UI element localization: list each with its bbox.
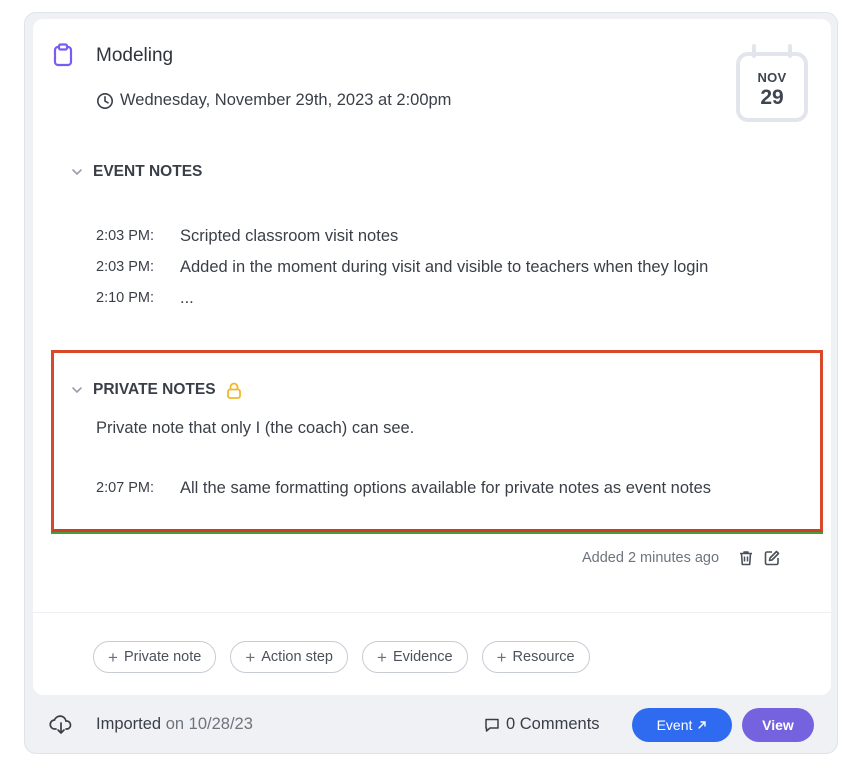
- add-chips: + Private note + Action step + Evidence …: [93, 641, 590, 673]
- card-footer: Imported on 10/28/23 0 Comments Event Vi…: [25, 695, 837, 753]
- note-timestamp: 2:03 PM:: [96, 228, 155, 244]
- event-card: Modeling Wednesday, November 29th, 2023 …: [24, 12, 838, 754]
- calendar-month: NOV: [757, 70, 787, 85]
- note-text: Scripted classroom visit notes: [180, 227, 399, 245]
- chip-label: Evidence: [392, 649, 453, 665]
- plus-icon: +: [108, 647, 118, 667]
- comments-link[interactable]: 0 Comments: [484, 715, 600, 734]
- calendar-ring: [788, 44, 792, 58]
- added-meta: Added 2 minutes ago: [582, 549, 781, 567]
- view-button-label: View: [762, 717, 794, 733]
- note-timestamp: 2:10 PM:: [96, 290, 155, 306]
- clock-icon: [97, 92, 113, 109]
- imported-label: Imported: [96, 715, 162, 733]
- private-notes-highlight: [51, 350, 823, 534]
- imported-info: Imported on 10/28/23: [96, 715, 253, 734]
- note-text: Added in the moment during visit and vis…: [180, 258, 709, 276]
- edit-icon[interactable]: [763, 549, 781, 567]
- view-button[interactable]: View: [742, 708, 814, 742]
- note-line: 2:03 PM: Added in the moment during visi…: [96, 256, 708, 278]
- event-button-label: Event: [656, 717, 693, 733]
- external-link-icon: [698, 721, 707, 729]
- added-timestamp: Added 2 minutes ago: [582, 550, 720, 566]
- event-button[interactable]: Event: [632, 708, 732, 742]
- comment-icon: [485, 718, 499, 732]
- trash-icon[interactable]: [737, 549, 755, 567]
- plus-icon: +: [245, 647, 256, 667]
- cloud-download-icon: [49, 715, 72, 734]
- note-timestamp: 2:07 PM:: [96, 480, 155, 496]
- add-action-step-chip[interactable]: + Action step: [230, 641, 349, 673]
- lock-icon: [226, 382, 241, 399]
- chip-label: Resource: [512, 649, 575, 665]
- plus-icon: +: [377, 647, 387, 667]
- plus-icon: +: [496, 647, 507, 667]
- chevron-down-icon: [72, 169, 82, 176]
- comments-count: 0 Comments: [506, 715, 600, 733]
- note-line: 2:07 PM: All the same formatting options…: [96, 477, 711, 499]
- divider: [33, 612, 831, 613]
- event-notes-toggle[interactable]: EVENT NOTES: [71, 163, 202, 181]
- event-card-body: Modeling Wednesday, November 29th, 2023 …: [33, 19, 831, 695]
- add-resource-chip[interactable]: + Resource: [481, 641, 590, 673]
- imported-date: on 10/28/23: [165, 715, 253, 733]
- chevron-down-icon: [72, 387, 82, 394]
- clipboard-icon: [53, 43, 73, 67]
- chip-label: Private note: [123, 649, 202, 665]
- calendar-day: 29: [760, 86, 784, 109]
- calendar-ring: [752, 44, 756, 58]
- private-note-body: Private note that only I (the coach) can…: [96, 419, 415, 437]
- add-evidence-chip[interactable]: + Evidence: [362, 641, 468, 673]
- private-notes-toggle[interactable]: PRIVATE NOTES: [71, 381, 242, 399]
- note-text: ...: [180, 289, 194, 307]
- note-line: 2:10 PM: ...: [96, 287, 194, 309]
- note-text: All the same formatting options availabl…: [180, 479, 712, 497]
- note-line: 2:03 PM: Scripted classroom visit notes: [96, 225, 398, 247]
- event-datetime-row: Wednesday, November 29th, 2023 at 2:00pm: [96, 91, 451, 110]
- note-actions: [737, 549, 781, 567]
- event-notes-heading: EVENT NOTES: [93, 163, 203, 180]
- private-notes-heading: PRIVATE NOTES: [93, 381, 216, 398]
- event-title: Modeling: [96, 45, 174, 66]
- calendar-date-badge: NOV 29: [736, 44, 808, 124]
- chip-label: Action step: [261, 649, 334, 665]
- note-timestamp: 2:03 PM:: [96, 259, 155, 275]
- event-datetime: Wednesday, November 29th, 2023 at 2:00pm: [120, 91, 452, 109]
- add-private-note-chip[interactable]: + Private note: [93, 641, 217, 673]
